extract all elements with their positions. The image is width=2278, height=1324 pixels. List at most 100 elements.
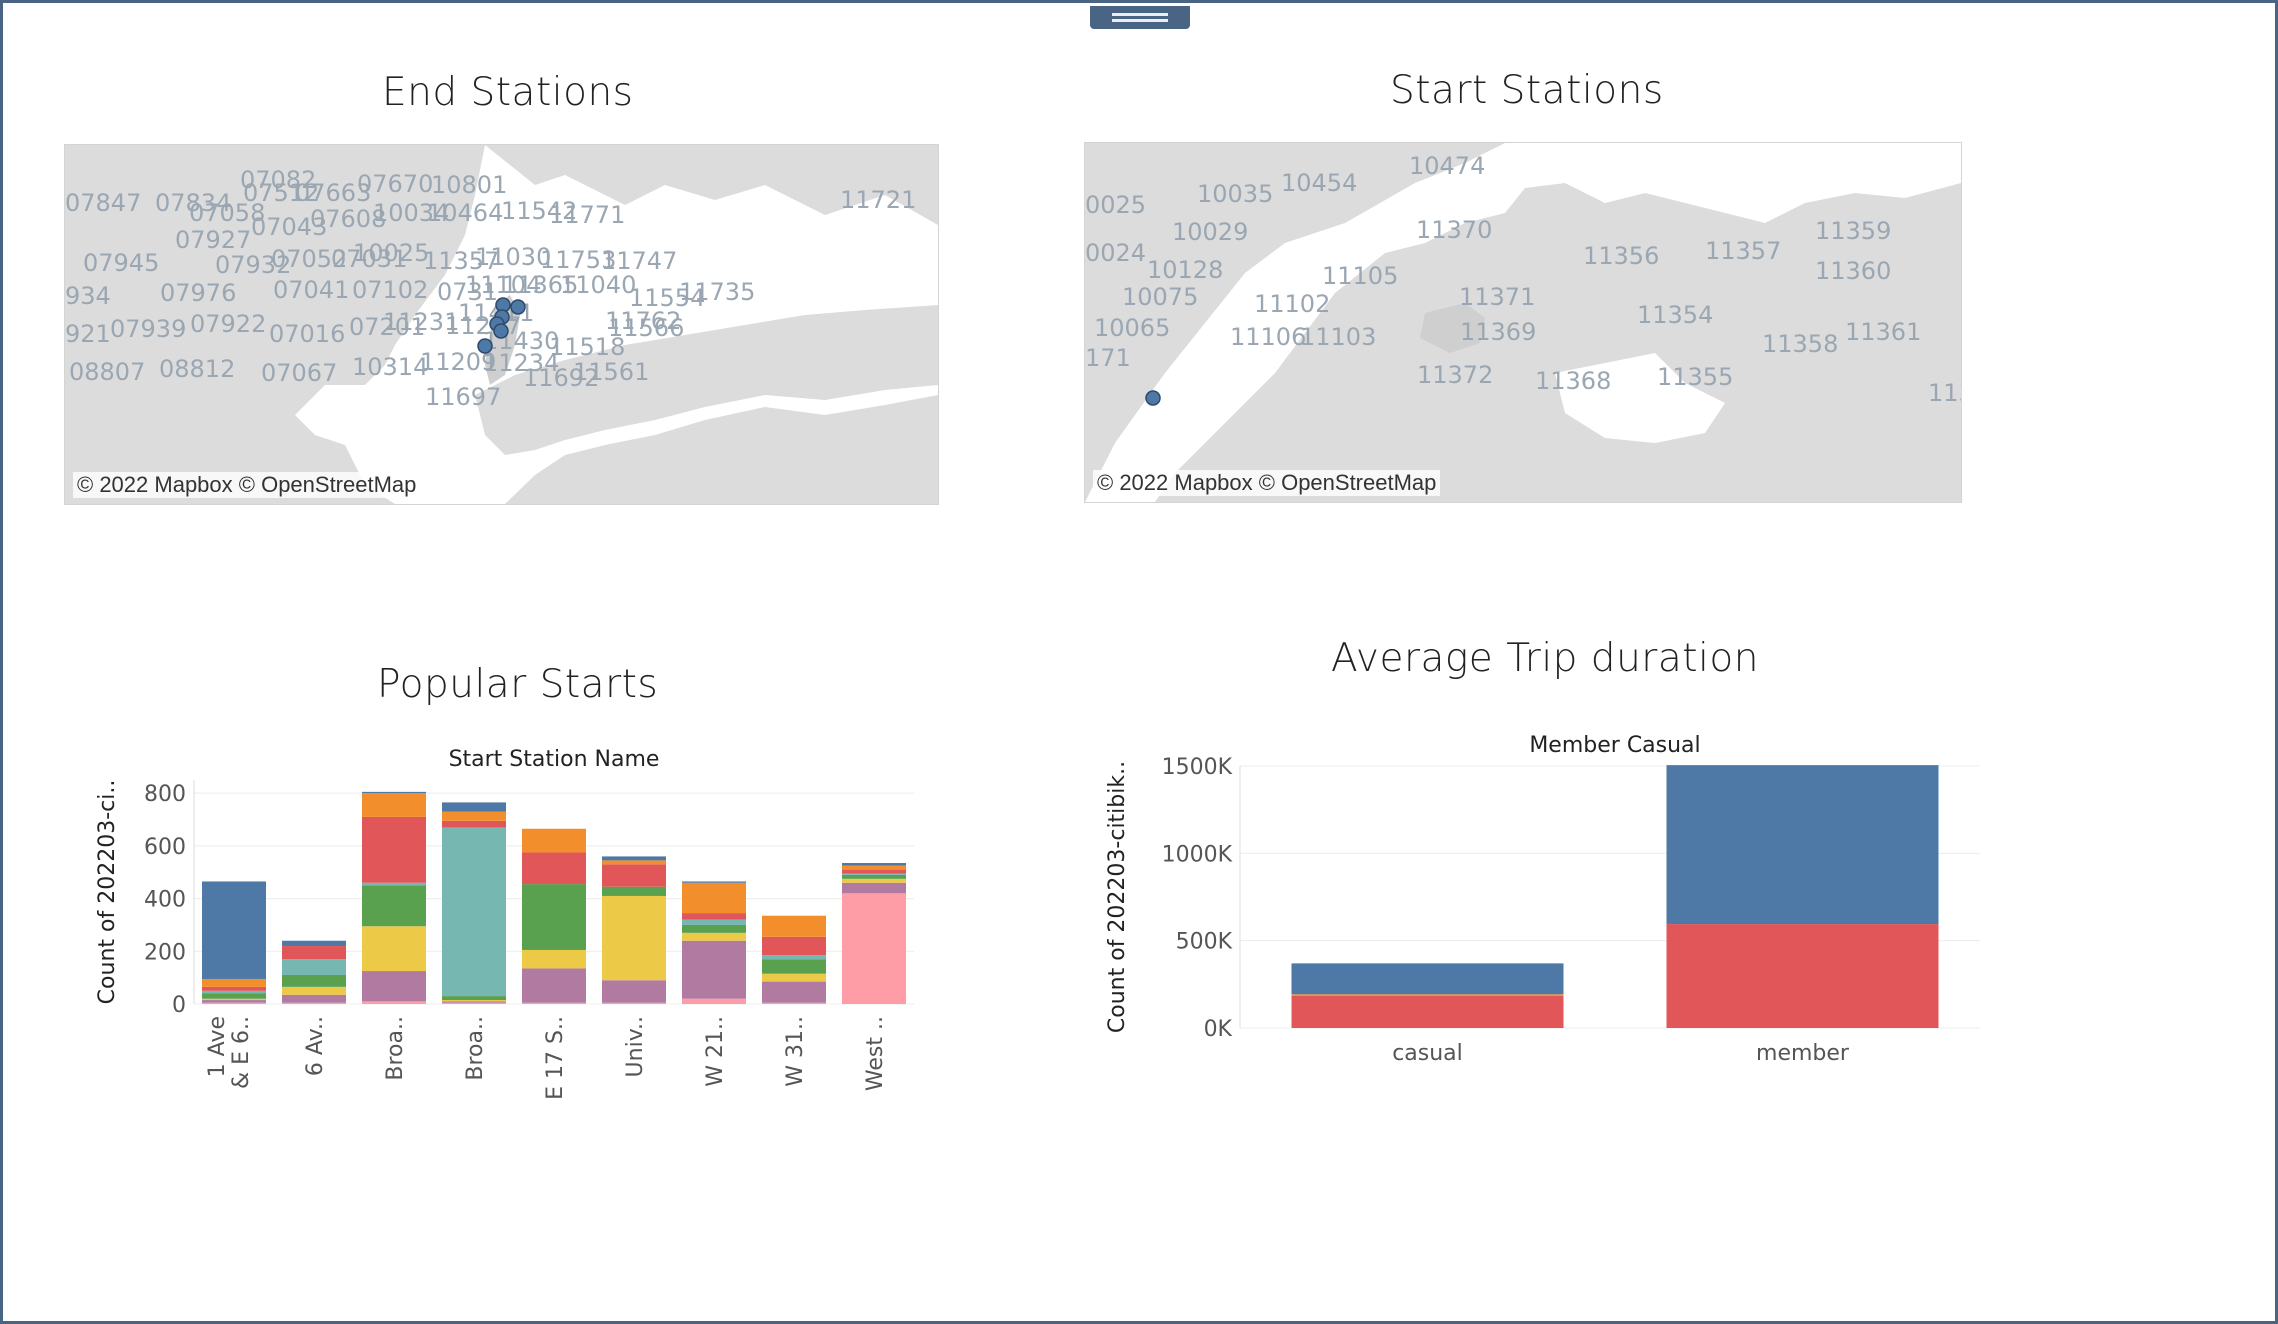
bar-segment[interactable] <box>682 882 746 914</box>
bar-segment[interactable] <box>762 973 826 982</box>
bar-segment[interactable] <box>522 884 586 950</box>
end-map-attribution[interactable]: © 2022 Mapbox © OpenStreetMap <box>73 472 421 498</box>
bar-segment[interactable] <box>602 1002 666 1004</box>
bar-segment[interactable] <box>842 865 906 870</box>
bar-segment[interactable] <box>362 791 426 794</box>
bar-segment[interactable] <box>682 919 746 925</box>
bar-segment[interactable] <box>842 874 906 879</box>
bar-segment[interactable] <box>442 811 506 821</box>
bar-segment[interactable] <box>682 932 746 941</box>
bar-segment[interactable] <box>442 827 506 997</box>
bar-segment[interactable] <box>362 1001 426 1004</box>
bar-segment[interactable] <box>602 864 666 887</box>
bar-segment[interactable] <box>602 860 666 865</box>
bar-segment[interactable] <box>282 994 346 1003</box>
bar-segment[interactable] <box>202 993 266 999</box>
bar-segment[interactable] <box>202 978 266 987</box>
bar-segment[interactable] <box>762 981 826 1003</box>
bar-segment[interactable] <box>202 1002 266 1004</box>
zip-code-label: 11102 <box>1254 290 1330 318</box>
y-tick-label: 800 <box>144 782 186 807</box>
x-tick-label: 1 Ave <box>205 1016 230 1077</box>
zip-code-label: 11370 <box>1416 216 1492 244</box>
bar-segment[interactable] <box>282 940 346 947</box>
station-dot[interactable] <box>477 338 493 354</box>
bar-segment[interactable] <box>282 959 346 976</box>
zip-code-label: 11518 <box>549 333 625 361</box>
bar-segment[interactable] <box>442 1001 506 1003</box>
y-tick-label: 600 <box>144 835 186 860</box>
start-map-attribution[interactable]: © 2022 Mapbox © OpenStreetMap <box>1093 470 1441 496</box>
start-stations-map[interactable]: 10474 10454 10035 0025 10029 11370 11359 11356 1… <box>1084 142 1962 503</box>
bar-segment[interactable] <box>1291 994 1564 996</box>
bar-segment[interactable] <box>762 936 826 956</box>
zip-code-label: 171 <box>1085 344 1131 372</box>
x-tick-label: Broa.. <box>383 1016 408 1081</box>
bar-segment[interactable] <box>682 881 746 883</box>
bar-segment[interactable] <box>762 955 826 960</box>
bar-segment[interactable] <box>522 968 586 1003</box>
bar-segment[interactable] <box>442 1000 506 1002</box>
bar-segment[interactable] <box>442 820 506 828</box>
bar-segment[interactable] <box>1666 924 1939 1028</box>
bar-segment[interactable] <box>202 881 266 979</box>
station-dot[interactable] <box>510 299 526 315</box>
bar-segment[interactable] <box>602 980 666 1003</box>
zip-code-label: 11040 <box>560 271 636 299</box>
bar-segment[interactable] <box>442 996 506 1001</box>
bar-segment[interactable] <box>442 1002 506 1004</box>
bar-segment[interactable] <box>522 852 586 885</box>
bar-segment[interactable] <box>282 946 346 960</box>
chart-header: Member Casual <box>1529 733 1700 758</box>
bar-segment[interactable] <box>282 975 346 987</box>
bar-segment[interactable] <box>842 882 906 894</box>
bar-segment[interactable] <box>762 959 826 974</box>
bar-segment[interactable] <box>202 1000 266 1003</box>
bar-segment[interactable] <box>522 828 586 853</box>
zip-code-label: 0025 <box>1085 191 1146 219</box>
bar-segment[interactable] <box>842 878 906 883</box>
y-axis-label: Count of 202203-citibik.. <box>1105 761 1130 1033</box>
bar-segment[interactable] <box>1291 963 1564 995</box>
bar-segment[interactable] <box>362 816 426 883</box>
bar-segment[interactable] <box>362 793 426 817</box>
average-trip-chart[interactable]: Member Casual Count of 202203-citibik.. 15… <box>1100 706 1990 1086</box>
bar-segment[interactable] <box>682 913 746 920</box>
bar-segment[interactable] <box>1291 995 1564 1028</box>
bar-segment[interactable] <box>682 998 746 1004</box>
bar-segment[interactable] <box>282 986 346 995</box>
bar-segment[interactable] <box>522 1002 586 1004</box>
bar-segment[interactable] <box>282 1002 346 1004</box>
bar-segment[interactable] <box>442 802 506 812</box>
bar-segment[interactable] <box>602 856 666 861</box>
resize-handle[interactable] <box>1090 6 1190 29</box>
x-tick-label: West .. <box>863 1016 888 1091</box>
bar-segment[interactable] <box>762 1002 826 1004</box>
station-dot[interactable] <box>493 323 509 339</box>
bar-segment[interactable] <box>362 926 426 972</box>
bar-segment[interactable] <box>842 873 906 875</box>
bar-segment[interactable] <box>602 895 666 981</box>
bar-segment[interactable] <box>522 949 586 969</box>
bar-segment[interactable] <box>202 998 266 1001</box>
y-tick-label: 0K <box>1204 1017 1233 1042</box>
bar-segment[interactable] <box>842 893 906 1004</box>
station-dot[interactable] <box>1145 390 1161 406</box>
start-stations-title: Start Stations <box>1390 68 1664 113</box>
bar-segment[interactable] <box>762 915 826 937</box>
bar-segment[interactable] <box>202 990 266 994</box>
bar-segment[interactable] <box>1666 765 1939 925</box>
bar-segment[interactable] <box>362 885 426 927</box>
zip-code-label: 10035 <box>1197 180 1273 208</box>
bar-segment[interactable] <box>682 924 746 933</box>
bar-segment[interactable] <box>362 971 426 1002</box>
bar-segment[interactable] <box>842 869 906 874</box>
bar-segment[interactable] <box>202 986 266 991</box>
bar-segment[interactable] <box>602 886 666 896</box>
bar-segment[interactable] <box>682 940 746 999</box>
bar-segment[interactable] <box>362 882 426 886</box>
zip-code-label: 934 <box>65 282 111 310</box>
popular-starts-chart[interactable]: Start Station Name Count of 202203-ci.. 80… <box>84 730 964 1110</box>
end-stations-map[interactable]: 07082 07847 07834 07512 07663 07670 10801 11721… <box>64 144 939 505</box>
bar-segment[interactable] <box>842 863 906 866</box>
